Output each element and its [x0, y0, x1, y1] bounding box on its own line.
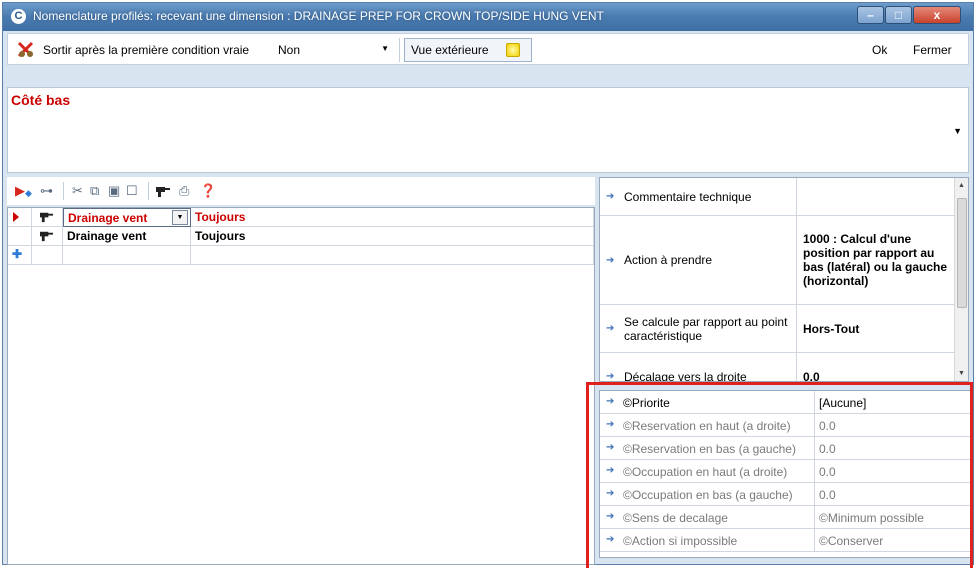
close-button[interactable]: x [913, 6, 961, 24]
current-row-icon [13, 212, 19, 222]
row-condition: Toujours [195, 229, 246, 243]
tree-icon[interactable]: ⊶ [40, 184, 53, 198]
chevron-down-icon[interactable]: ▼ [172, 210, 188, 225]
arrow-right-icon: ➔ [606, 191, 615, 202]
condition-text: Côté bas [11, 92, 71, 108]
close-dialog-button[interactable]: Fermer [913, 43, 952, 57]
row-selector[interactable] [8, 227, 32, 246]
row-selector[interactable] [8, 208, 32, 227]
edit-icon[interactable]: ☐ [126, 184, 138, 198]
row-name: Drainage vent [68, 211, 148, 225]
arrow-right-icon: ➔ [606, 323, 615, 334]
properties-scrollbar[interactable]: ▲ ▼ [954, 178, 968, 381]
minimize-button[interactable]: – [857, 6, 884, 24]
property-row[interactable]: ➔ Décalage vers la droite 0.0 [600, 353, 955, 382]
condition-panel[interactable]: Côté bas ▼ [7, 87, 969, 173]
property-label-text: Commentaire technique [624, 189, 752, 204]
chevron-down-icon: ▼ [381, 44, 389, 53]
table-row[interactable]: Drainage vent ▼ Toujours [8, 208, 594, 227]
table-row[interactable]: Drainage vent Toujours [8, 227, 594, 246]
property-row[interactable]: ➔ Se calcule par rapport au point caracté… [600, 305, 955, 353]
property-label-text: Décalage vers la droite [624, 369, 747, 382]
cut-icon[interactable]: ✂ [72, 184, 83, 198]
property-value[interactable]: 1000 : Calcul d'une position par rapport… [803, 216, 953, 304]
scroll-up-icon[interactable]: ▲ [958, 182, 965, 189]
exit-condition-label: Sortir après la première condition vraie [43, 43, 250, 57]
exterior-view-label: Vue extérieure [411, 43, 489, 57]
rules-grid: Drainage vent ▼ Toujours Drainage vent T… [7, 207, 595, 565]
exterior-view-button[interactable]: Vue extérieure [404, 38, 532, 62]
sun-icon [506, 43, 520, 57]
print-icon[interactable]: ⎙ [179, 184, 189, 198]
condition-dropdown-icon[interactable]: ▼ [953, 126, 962, 136]
name-cell[interactable] [63, 246, 191, 265]
window-title: Nomenclature profilés: recevant une dime… [33, 9, 604, 23]
arrow-right-icon: ➔ [606, 254, 615, 266]
exit-condition-icon[interactable] [16, 40, 36, 60]
paste-icon[interactable]: ▣ [108, 184, 120, 198]
row-condition: Toujours [195, 210, 246, 224]
exit-condition-value: Non [278, 43, 301, 57]
scrollbar-thumb[interactable] [957, 198, 967, 308]
condition-cell[interactable]: Toujours [191, 208, 594, 227]
property-label-text: Action à prendre [624, 253, 713, 267]
play-icon[interactable]: ▶ [15, 184, 25, 198]
row-type-cell [32, 227, 63, 246]
property-label: ➔ Décalage vers la droite [600, 353, 797, 382]
row-selector[interactable]: ✚ [8, 246, 32, 265]
condition-cell[interactable] [191, 246, 594, 265]
title-bar[interactable]: C Nomenclature profilés: recevant une di… [3, 3, 973, 31]
main-toolbar: Sortir après la première condition vraie… [7, 33, 969, 65]
maximize-button[interactable]: □ [885, 6, 912, 24]
exit-condition-select[interactable]: Non ▼ [273, 39, 393, 60]
property-row[interactable]: ➔ Commentaire technique [600, 178, 955, 216]
properties-panel: ➔ Commentaire technique ➔ Action à prendre… [599, 177, 969, 382]
name-cell[interactable]: Drainage vent ▼ [63, 208, 191, 227]
ok-button[interactable]: Ok [872, 43, 887, 57]
new-row[interactable]: ✚ [8, 246, 594, 265]
new-row-icon: ✚ [12, 247, 23, 261]
app-icon: C [11, 9, 26, 24]
arrow-right-icon: ➔ [606, 371, 615, 382]
condition-cell[interactable]: Toujours [191, 227, 594, 246]
property-value[interactable] [803, 178, 953, 215]
name-cell[interactable]: Drainage vent [63, 227, 191, 246]
copy-icon[interactable]: ⧉ [90, 184, 99, 198]
toolbar-separator [148, 182, 149, 200]
toolbar-separator [399, 38, 400, 62]
grid-toolbar: ▶ ◆ ⊶ ✂ ⧉ ▣ ☐ ⎙ ❓ [7, 177, 595, 205]
scroll-down-icon[interactable]: ▼ [958, 370, 965, 377]
property-row[interactable]: ➔ Action à prendre 1000 : Calcul d'une po… [600, 216, 955, 305]
property-label-text: Se calcule par rapport au point caractér… [624, 314, 788, 343]
annotation-highlight-box [586, 382, 973, 568]
property-value[interactable]: Hors-Tout [803, 305, 953, 352]
add-icon[interactable]: ◆ [25, 186, 32, 200]
drill-icon[interactable] [155, 184, 171, 198]
property-label: ➔ Se calcule par rapport au point caracté… [600, 305, 797, 352]
property-label: ➔ Action à prendre [600, 216, 797, 304]
drill-icon [40, 231, 53, 242]
help-icon[interactable]: ❓ [200, 184, 216, 198]
drill-icon [40, 212, 53, 223]
row-type-cell [32, 208, 63, 227]
toolbar-separator [63, 182, 64, 200]
row-name: Drainage vent [67, 229, 147, 243]
property-value[interactable]: 0.0 [803, 353, 953, 382]
row-type-cell [32, 246, 63, 265]
property-label: ➔ Commentaire technique [600, 178, 797, 215]
